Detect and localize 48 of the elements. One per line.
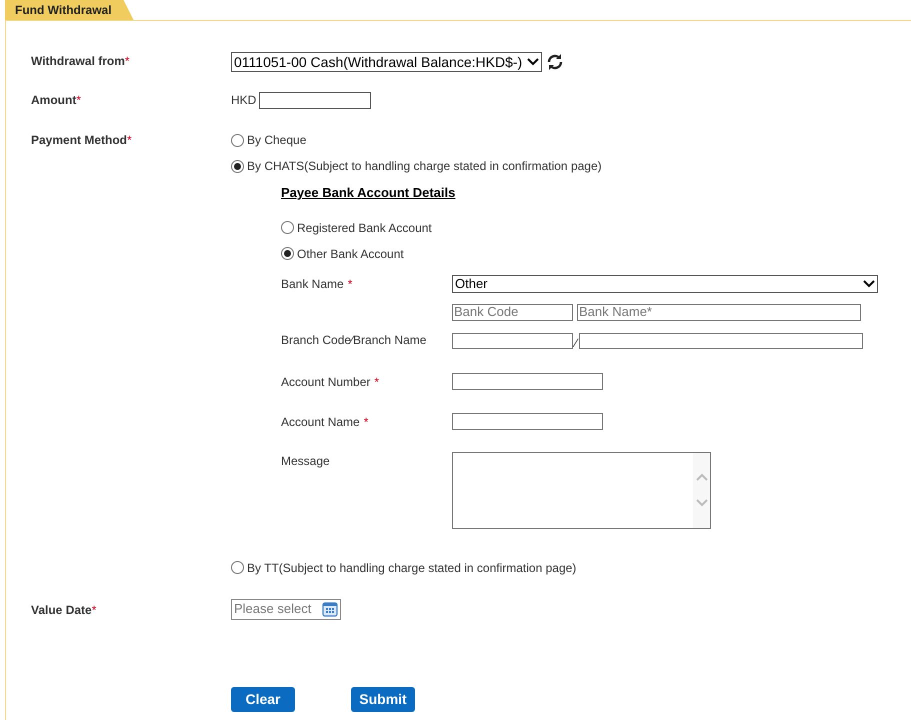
separator-text: ∕: [574, 336, 578, 348]
required-mark: *: [374, 374, 380, 388]
radio-button[interactable]: [231, 134, 244, 146]
radio-label: By TT(Subject to handling charge stated in confirmation page): [247, 560, 576, 576]
chevron-down-icon: [527, 58, 539, 66]
amount-field[interactable]: [259, 92, 372, 108]
required-mark: *: [364, 414, 368, 428]
branch-name-field[interactable]: [579, 332, 864, 348]
message-field[interactable]: [452, 452, 711, 528]
field-label: Withdrawal from: [31, 54, 125, 68]
required-mark: *: [127, 133, 132, 147]
date-field[interactable]: Please select: [231, 598, 341, 620]
required-mark: *: [124, 54, 130, 68]
account-number-field[interactable]: [452, 372, 603, 390]
bank-name-field[interactable]: Bank Name*: [577, 304, 861, 320]
radio-label: Registered Bank Account: [297, 220, 432, 236]
currency-label: HKD: [231, 92, 256, 109]
field-label: Message: [281, 454, 330, 468]
required-mark: *: [76, 93, 81, 107]
date-placeholder: Please select: [234, 600, 312, 618]
radio-button[interactable]: [281, 247, 294, 260]
clear-button[interactable]: Clear: [231, 686, 295, 712]
radio-label: By Cheque: [247, 132, 306, 149]
radio-label: By CHATS(Subject to handling charge stated in confirmation page): [247, 158, 602, 175]
refresh-icon[interactable]: [546, 53, 564, 71]
bank-code-field[interactable]: Bank Code: [452, 304, 573, 320]
section-heading: Payee Bank Account Details: [281, 184, 456, 202]
radio-label: Other Bank Account: [297, 246, 404, 262]
field-label: Bank Name: [281, 276, 344, 290]
radio-button[interactable]: [231, 561, 244, 574]
chevron-down-icon: [863, 280, 875, 288]
radio-button[interactable]: [281, 221, 294, 234]
field-label: Amount: [31, 93, 76, 107]
submit-button[interactable]: Submit: [351, 686, 415, 712]
field-label: Branch Code∕Branch Name: [281, 332, 426, 346]
calendar-icon[interactable]: [322, 601, 338, 617]
tab[interactable]: Fund Withdrawal: [5, 0, 134, 20]
account-name-field[interactable]: [452, 412, 603, 430]
field-label: Value Date: [31, 602, 92, 616]
field-label: Account Name: [281, 414, 360, 428]
select-value: Other: [455, 274, 488, 293]
required-mark: *: [348, 276, 352, 290]
field-label: Account Number: [281, 374, 370, 388]
required-mark: *: [92, 602, 96, 616]
branch-code-field[interactable]: [452, 332, 573, 348]
field-label: Payment Method: [31, 133, 128, 147]
radio-button[interactable]: [231, 160, 244, 172]
bank-select[interactable]: Other: [452, 274, 878, 292]
